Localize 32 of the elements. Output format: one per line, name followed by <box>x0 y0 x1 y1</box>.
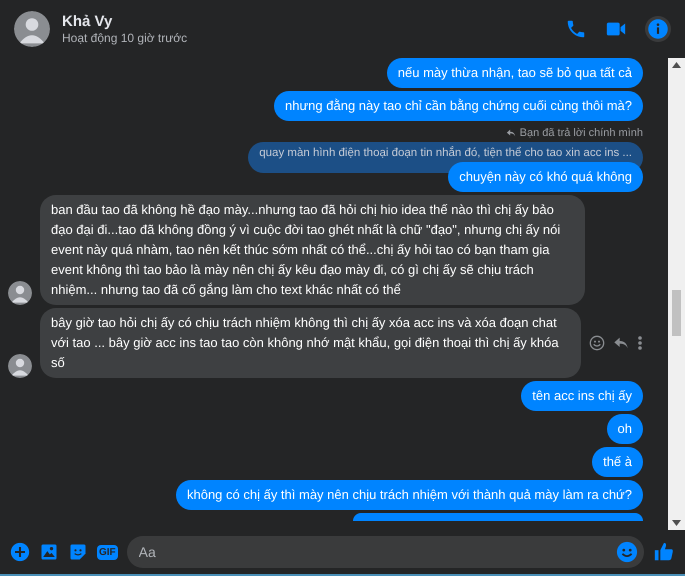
gif-button[interactable]: GIF <box>97 544 118 560</box>
received-message: bây giờ tao hỏi chị ấy có chịu trách nhiệm không thì chị ấy xóa acc ins và xóa đoạn chat với tao ... bây giờ acc ins tao tao còn không nhớ mật khẩu, gọi điện thoại thì chị ấy khóa số <box>40 308 581 378</box>
sticker-icon[interactable] <box>68 542 88 562</box>
message-field[interactable]: Aa <box>126 536 644 568</box>
info-icon[interactable] <box>645 16 671 42</box>
more-icon[interactable] <box>637 335 643 351</box>
image-icon[interactable] <box>39 542 59 562</box>
avatar <box>8 281 32 305</box>
emoji-icon[interactable] <box>616 541 638 563</box>
reply-note: Bạn đã trả lời chính mình <box>506 127 643 139</box>
reply-icon <box>506 128 516 138</box>
avatar <box>8 354 32 378</box>
activity-status: Hoạt động 10 giờ trước <box>62 31 188 45</box>
sent-message: oh <box>606 414 643 444</box>
sent-message: thế à <box>592 447 643 477</box>
scroll-down-icon[interactable] <box>672 520 681 526</box>
scroll-up-icon[interactable] <box>672 62 681 68</box>
sent-message: nếu mày thừa nhận, tao sẽ bỏ qua tất cả <box>386 58 643 88</box>
scrollbar-thumb[interactable] <box>672 290 681 336</box>
thumbs-up-icon[interactable] <box>653 541 675 563</box>
plus-icon[interactable] <box>10 542 30 562</box>
emoji-icon[interactable] <box>589 335 605 351</box>
sent-message: không có chị ấy thì mày nên chịu trách nhiệm với thành quả mày làm ra chứ? <box>176 480 643 510</box>
contact-name: Khả Vy <box>62 13 114 30</box>
avatar <box>14 11 50 47</box>
sent-message: chuyện này có khó quá không <box>448 162 643 192</box>
sent-message: nhưng đằng này tao chỉ cần bằng chứng cuối cùng thôi mà? <box>274 91 643 121</box>
received-message: ban đầu tao đã không hề đạo mày...nhưng tao đã hỏi chị hio idea thế nào thì chị ấy bảo đạo đại đi...tao đã không đồng ý vì cuộc đời tao ghét nhất là chữ "đạo", nhưng chị ấy nói event này quá nhàm, tao nên kết thúc sớm nhất có thể...chị ấy hỏi tao có bạn tham gia event không thì tao bảo là mày nên chị ấy kêu đạo mày đi, có gì chị ấy sẽ chịu trách nhiệm... nhưng tao đã cố gắng làm cho text khác nhất có thể <box>40 195 585 305</box>
sent-message: tên acc ins chị ấy <box>521 381 643 411</box>
message-input[interactable]: Aa <box>136 543 616 561</box>
scrollbar[interactable] <box>668 58 685 530</box>
phone-icon[interactable] <box>565 18 587 40</box>
